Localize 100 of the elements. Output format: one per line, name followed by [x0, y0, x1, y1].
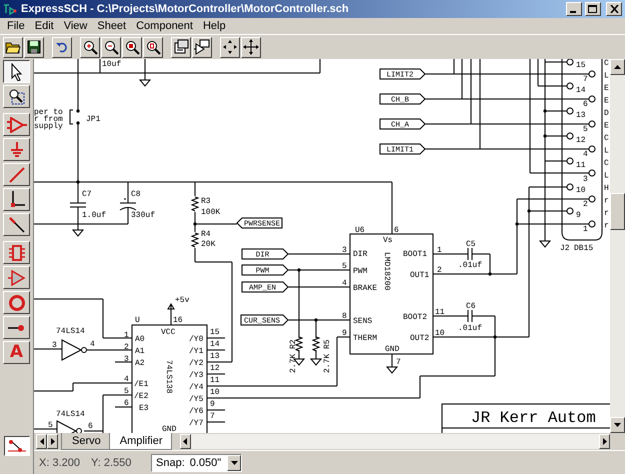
magnifier-icon	[145, 39, 161, 55]
part-value: 1.0uf	[82, 211, 106, 220]
component-icon	[194, 39, 210, 55]
wire-dots-icon	[7, 439, 27, 453]
pin-name: /Y3	[189, 371, 204, 380]
tool-button[interactable]	[3, 60, 30, 83]
open-button[interactable]	[3, 36, 23, 58]
zoom-out-icon	[103, 39, 119, 55]
pin-number: 3	[583, 175, 588, 184]
component-button[interactable]	[192, 36, 212, 58]
first-sheet-button[interactable]	[36, 434, 47, 449]
connect-tool-button[interactable]	[4, 436, 30, 456]
pin-name: /Y2	[189, 359, 204, 368]
scroll-down-button[interactable]	[610, 417, 625, 433]
menu-item[interactable]: Edit	[30, 20, 59, 32]
ground-symbol	[72, 230, 84, 237]
pin-name: VCC	[161, 328, 176, 337]
pan-button[interactable]	[241, 36, 261, 58]
pin-name: GND	[162, 425, 176, 433]
sheet-icon	[173, 39, 189, 55]
junction-dot	[543, 134, 547, 138]
pin-number: 9	[342, 329, 347, 338]
part-reference: C8	[131, 190, 141, 199]
pin-number: 12	[576, 136, 586, 145]
pin-name: /Y6	[189, 407, 204, 416]
pin-name: A1	[135, 347, 145, 356]
triangle-icon	[8, 270, 26, 286]
resistor-symbol	[190, 232, 200, 248]
scroll-left-button[interactable]	[180, 434, 191, 449]
snap-dropdown[interactable]: Snap: 0.050"	[151, 454, 242, 472]
pin-number: 16	[173, 316, 183, 325]
zoom-in-button[interactable]	[80, 36, 100, 58]
pin-name: OUT2	[410, 334, 430, 343]
part-name: 74LS14	[56, 410, 85, 419]
sheet-tab[interactable]: Amplifier	[108, 433, 172, 450]
move-button[interactable]	[220, 36, 240, 58]
floppy-icon	[26, 39, 42, 55]
pin-name: A0	[135, 335, 145, 344]
menu-item[interactable]: Help	[198, 20, 231, 32]
connector-text: H	[604, 184, 609, 193]
pin-number: 5	[583, 125, 588, 134]
pin-name: /E1	[134, 380, 148, 389]
sheet-button[interactable]	[171, 36, 191, 58]
pin-number: 7	[396, 358, 401, 367]
menu-item[interactable]: View	[58, 20, 92, 32]
right-arrow-icon	[602, 438, 606, 445]
pin-socket	[588, 70, 596, 78]
pin-name: /Y7	[189, 419, 204, 428]
minimize-button[interactable]	[566, 2, 582, 16]
zoom-out-button[interactable]	[101, 36, 121, 58]
undo-button[interactable]	[52, 36, 72, 58]
window-title: ExpressSCH - C:\Projects\MotorController\MotorController.sch	[21, 3, 350, 15]
pin-number: 7	[210, 412, 215, 421]
part-value: 10uf	[102, 60, 122, 69]
pin-icon	[8, 322, 26, 332]
menu-item[interactable]: Component	[131, 20, 198, 32]
pin-name: BOOT1	[403, 250, 428, 259]
pin-number: 9	[210, 400, 215, 409]
connector-text: L	[604, 172, 609, 180]
maximize-button[interactable]	[585, 2, 601, 16]
app-icon	[2, 2, 18, 16]
part-value: .01uf	[458, 324, 482, 333]
wire	[298, 350, 300, 360]
ground-symbol	[138, 80, 152, 87]
part-reference: JP1	[86, 115, 100, 124]
note-text: per to	[34, 108, 63, 117]
pin-number: 2	[583, 200, 588, 209]
scrollbar-thumb[interactable]	[610, 193, 625, 230]
ground-symbol	[310, 358, 322, 366]
connector-text: r	[604, 222, 609, 230]
sheet-tab[interactable]: Servo	[61, 433, 110, 450]
menu-item[interactable]: File	[2, 20, 30, 32]
zoom-page-button[interactable]	[143, 36, 163, 58]
part-reference: C5	[466, 240, 476, 249]
scroll-up-button[interactable]	[610, 59, 625, 75]
pin-number: 6	[583, 100, 588, 109]
close-button[interactable]	[606, 2, 622, 16]
resistor-symbol	[190, 196, 200, 212]
company-name: JR Kerr Autom	[471, 409, 596, 427]
connector-text: L	[604, 146, 609, 156]
junction-icon	[8, 190, 24, 208]
pin-name: BRAKE	[353, 284, 378, 293]
menu-item[interactable]: Sheet	[92, 20, 132, 32]
pin-number: 8	[342, 312, 347, 321]
zoom-area-button[interactable]	[122, 36, 142, 58]
pin-socket	[566, 208, 574, 214]
inverter-symbol	[62, 339, 87, 361]
scroll-right-button[interactable]	[599, 434, 610, 449]
part-reference: U6	[355, 226, 365, 235]
pin-socket	[588, 220, 596, 228]
part-value: 2.7K R2	[289, 339, 298, 373]
pin-socket	[566, 158, 574, 164]
connector-text: C	[604, 59, 609, 68]
save-button[interactable]	[24, 36, 44, 58]
pin-number: 4	[124, 375, 129, 384]
next-sheet-button[interactable]	[47, 434, 58, 449]
junction-dot	[488, 272, 492, 276]
part-reference: J2	[560, 244, 570, 253]
jumper-symbol	[70, 109, 80, 125]
dropdown-arrow-icon	[230, 460, 238, 464]
